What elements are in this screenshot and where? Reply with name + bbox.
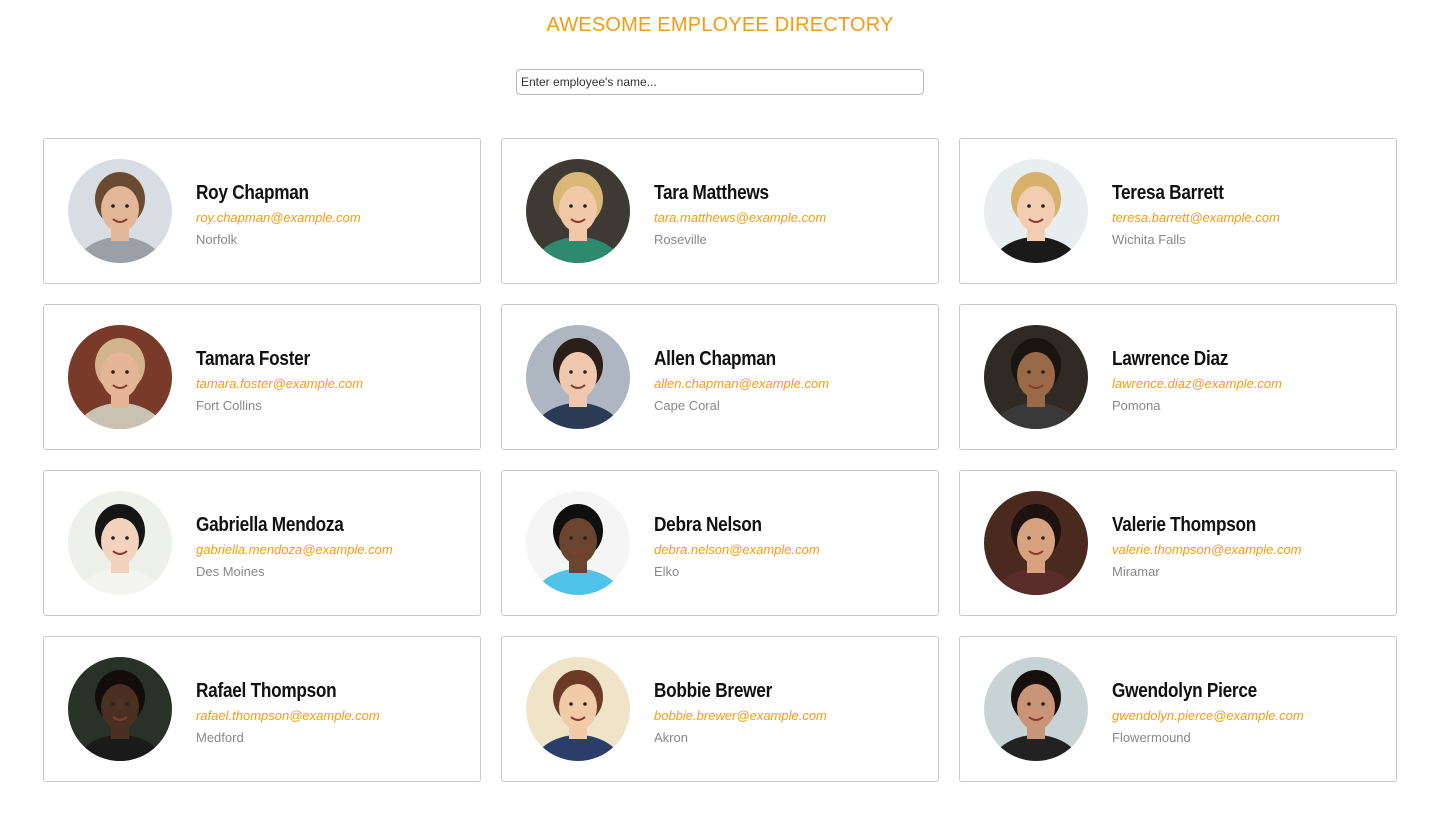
avatar-photo-icon [526, 325, 630, 429]
employee-avatar [68, 159, 172, 263]
employee-info: Teresa Barrett teresa.barrett@example.com… [1112, 181, 1280, 248]
employee-name: Valerie Thompson [1112, 514, 1257, 536]
employee-email: lawrence.diaz@example.com [1112, 376, 1282, 391]
avatar-photo-icon [526, 491, 630, 595]
employee-info: Gwendolyn Pierce gwendolyn.pierce@example… [1112, 679, 1304, 746]
avatar-photo-icon [68, 491, 172, 595]
employee-avatar [68, 657, 172, 761]
employee-card[interactable]: Valerie Thompson valerie.thompson@example… [959, 470, 1397, 616]
employee-email: rafael.thompson@example.com [196, 708, 380, 723]
employee-name: Allen Chapman [654, 348, 776, 370]
employee-info: Gabriella Mendoza gabriella.mendoza@examp… [196, 513, 393, 580]
employee-name: Rafael Thompson [196, 680, 337, 702]
employee-name: Tara Matthews [654, 182, 769, 204]
employee-info: Allen Chapman allen.chapman@example.com Ca… [654, 347, 829, 414]
employee-name: Debra Nelson [654, 514, 762, 536]
employee-card[interactable]: Lawrence Diaz lawrence.diaz@example.com Po… [959, 304, 1397, 450]
employee-city: Norfolk [196, 232, 238, 247]
employee-city: Fort Collins [196, 398, 262, 413]
employee-name: Lawrence Diaz [1112, 348, 1229, 370]
employee-city: Flowermound [1112, 730, 1191, 745]
employee-card[interactable]: Gwendolyn Pierce gwendolyn.pierce@example… [959, 636, 1397, 782]
employee-card[interactable]: Debra Nelson debra.nelson@example.com Elko [501, 470, 939, 616]
employee-card[interactable]: Gabriella Mendoza gabriella.mendoza@examp… [43, 470, 481, 616]
employee-city: Elko [654, 564, 680, 579]
employee-card[interactable]: Bobbie Brewer bobbie.brewer@example.com Ak… [501, 636, 939, 782]
employee-avatar [68, 491, 172, 595]
avatar-photo-icon [526, 657, 630, 761]
employee-card[interactable]: Teresa Barrett teresa.barrett@example.com… [959, 138, 1397, 284]
employee-card[interactable]: Allen Chapman allen.chapman@example.com Ca… [501, 304, 939, 450]
employee-avatar [68, 325, 172, 429]
employee-city: Roseville [654, 232, 707, 247]
employee-name: Tamara Foster [196, 348, 310, 370]
employee-city: Wichita Falls [1112, 232, 1186, 247]
employee-email: debra.nelson@example.com [654, 542, 820, 557]
employee-city: Des Moines [196, 564, 265, 579]
employee-info: Valerie Thompson valerie.thompson@example… [1112, 513, 1302, 580]
avatar-photo-icon [984, 325, 1088, 429]
employee-avatar [526, 325, 630, 429]
employee-name: Teresa Barrett [1112, 182, 1224, 204]
employee-city: Cape Coral [654, 398, 720, 413]
employee-name: Gabriella Mendoza [196, 514, 344, 536]
employee-email: allen.chapman@example.com [654, 376, 830, 391]
employee-info: Tamara Foster tamara.foster@example.com Fo… [196, 347, 363, 414]
employee-email: gwendolyn.pierce@example.com [1112, 708, 1304, 723]
avatar-photo-icon [984, 657, 1088, 761]
avatar-photo-icon [984, 159, 1088, 263]
employee-email: roy.chapman@example.com [196, 210, 361, 225]
employee-search-input[interactable] [516, 69, 924, 95]
employee-city: Medford [196, 730, 244, 745]
employee-email: valerie.thompson@example.com [1112, 542, 1302, 557]
avatar-photo-icon [68, 159, 172, 263]
employee-avatar [526, 657, 630, 761]
employee-email: gabriella.mendoza@example.com [196, 542, 393, 557]
avatar-photo-icon [984, 491, 1088, 595]
employee-info: Tara Matthews tara.matthews@example.com Ro… [654, 181, 826, 248]
employee-card[interactable]: Tara Matthews tara.matthews@example.com Ro… [501, 138, 939, 284]
employee-info: Debra Nelson debra.nelson@example.com Elko [654, 513, 820, 580]
employee-avatar [984, 159, 1088, 263]
employee-info: Bobbie Brewer bobbie.brewer@example.com Ak… [654, 679, 827, 746]
employee-avatar [984, 491, 1088, 595]
page-title: AWESOME EMPLOYEE DIRECTORY [546, 14, 894, 36]
employee-email: tamara.foster@example.com [196, 376, 364, 391]
employee-info: Rafael Thompson rafael.thompson@example.c… [196, 679, 380, 746]
employee-name: Bobbie Brewer [654, 680, 773, 702]
employee-avatar [526, 491, 630, 595]
employee-email: bobbie.brewer@example.com [654, 708, 827, 723]
employee-card[interactable]: Roy Chapman roy.chapman@example.com Norfol… [43, 138, 481, 284]
employee-name: Roy Chapman [196, 182, 309, 204]
employee-card[interactable]: Tamara Foster tamara.foster@example.com Fo… [43, 304, 481, 450]
employee-avatar [526, 159, 630, 263]
employee-grid: Roy Chapman roy.chapman@example.com Norfol… [43, 138, 1397, 782]
employee-city: Pomona [1112, 398, 1161, 413]
avatar-photo-icon [68, 657, 172, 761]
employee-info: Lawrence Diaz lawrence.diaz@example.com Po… [1112, 347, 1282, 414]
employee-avatar [984, 325, 1088, 429]
employee-card[interactable]: Rafael Thompson rafael.thompson@example.c… [43, 636, 481, 782]
employee-email: tara.matthews@example.com [654, 210, 827, 225]
employee-info: Roy Chapman roy.chapman@example.com Norfol… [196, 181, 361, 248]
avatar-photo-icon [68, 325, 172, 429]
employee-city: Akron [654, 730, 688, 745]
avatar-photo-icon [526, 159, 630, 263]
employee-city: Miramar [1112, 564, 1160, 579]
employee-avatar [984, 657, 1088, 761]
employee-email: teresa.barrett@example.com [1112, 210, 1280, 225]
employee-name: Gwendolyn Pierce [1112, 680, 1257, 702]
